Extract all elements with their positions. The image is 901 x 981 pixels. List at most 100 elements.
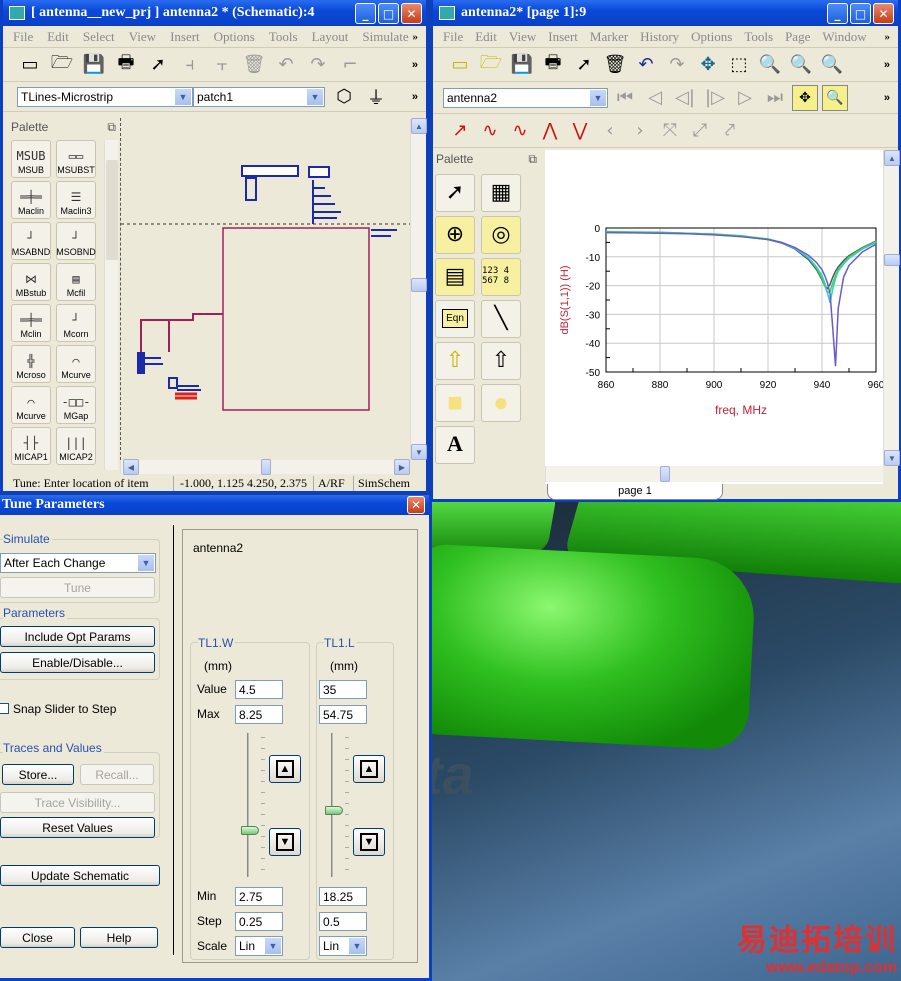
scroll-up-icon[interactable]: ▲ — [411, 118, 427, 134]
close-button[interactable]: Close — [0, 927, 75, 948]
menu-edit[interactable]: Edit — [47, 29, 69, 45]
marker-max-icon[interactable]: ∿ — [477, 118, 503, 144]
scroll-left-icon[interactable]: ◀ — [123, 459, 139, 475]
palette-scroll-thumb[interactable] — [106, 160, 118, 260]
menu-overflow-icon[interactable]: » — [413, 31, 419, 43]
toolbar-overflow-icon[interactable]: » — [412, 59, 418, 71]
increment-button[interactable]: ▲ — [353, 755, 385, 783]
min-input[interactable]: 2.75 — [235, 887, 283, 906]
save-icon[interactable]: 💾 — [81, 52, 107, 78]
recall-button[interactable]: Recall... — [80, 764, 154, 785]
tune-button[interactable]: Tune — [0, 577, 155, 598]
palette-item-mcorn[interactable]: ┘ Mcorn — [56, 304, 96, 342]
value-input[interactable]: 35 — [319, 680, 367, 699]
step-input[interactable]: 0.25 — [235, 912, 283, 931]
previous-icon[interactable]: ◁ — [642, 85, 668, 111]
value-input[interactable]: 4.5 — [235, 680, 283, 699]
horizontal-scroll-thumb[interactable] — [660, 466, 670, 482]
close-button[interactable]: ✕ — [873, 3, 894, 24]
menu-overflow-icon[interactable]: » — [885, 31, 891, 43]
insert-component-icon[interactable]: ⫞ — [177, 52, 203, 78]
zoom-grid-icon[interactable]: 🔍 — [822, 84, 848, 111]
palette-item-msobnd[interactable]: ┘ MSOBND — [56, 222, 96, 260]
palette-item-maclin[interactable]: ═╪═ Maclin — [11, 181, 51, 219]
rectangular-plot-icon[interactable]: ▦ — [481, 174, 521, 212]
scale-select[interactable]: Lin ▼ — [235, 936, 283, 956]
save-icon[interactable]: 💾 — [509, 52, 535, 78]
zoom-out-icon[interactable]: 🔍 — [788, 52, 814, 78]
delete-icon[interactable]: 🗑 — [602, 52, 628, 78]
delete-icon[interactable]: 🗑 — [241, 52, 267, 78]
component-select[interactable]: patch1 ▼ — [193, 86, 325, 107]
palette-item-micap2[interactable]: ||| MICAP2 — [56, 427, 96, 465]
palette-item-mcurve[interactable]: ⌒ Mcurve — [56, 345, 96, 383]
scroll-down-icon[interactable]: ▼ — [884, 450, 900, 466]
menu-select[interactable]: Select — [83, 29, 115, 45]
marker-min-icon[interactable]: ∿ — [507, 118, 533, 144]
toolbar-overflow-icon[interactable]: » — [884, 59, 890, 71]
close-icon[interactable]: ✕ — [407, 496, 425, 514]
line-tool-icon[interactable]: ╲ — [481, 300, 521, 338]
canvas-horizontal-scrollbar[interactable]: ◀ ▶ — [120, 459, 410, 475]
menu-history[interactable]: History — [640, 29, 679, 45]
palette-item-msub[interactable]: MSUB MSUB — [11, 140, 51, 178]
splitter[interactable] — [173, 525, 174, 955]
vertical-scroll-thumb[interactable] — [411, 278, 427, 292]
menu-options[interactable]: Options — [691, 29, 732, 45]
decrement-button[interactable]: ▼ — [269, 828, 301, 856]
snap-slider-checkbox[interactable] — [0, 703, 9, 714]
maximize-button[interactable]: □ — [850, 3, 871, 24]
list-table-icon[interactable]: ▤ — [435, 258, 475, 296]
dataset-select[interactable]: antenna2 ▼ — [443, 87, 608, 108]
palette-item-mcroso[interactable]: ╬ Mcroso — [11, 345, 51, 383]
port-icon[interactable]: ⬡ — [331, 84, 357, 110]
scroll-down-icon[interactable]: ▼ — [411, 444, 427, 460]
data-display-title-bar[interactable]: antenna2* [page 1]:9 _ □ ✕ — [433, 0, 898, 26]
increment-button[interactable]: ▲ — [269, 755, 301, 783]
trace-visibility-button[interactable]: Trace Visibility... — [0, 792, 155, 813]
undo-icon[interactable]: ↶ — [633, 52, 659, 78]
min-input[interactable]: 18.25 — [319, 887, 367, 906]
step-forward-icon[interactable]: |▷ — [702, 85, 728, 111]
zoom-in-icon[interactable]: 🔍 — [757, 52, 783, 78]
redo-icon[interactable]: ↷ — [305, 52, 331, 78]
horizontal-scroll-thumb[interactable] — [261, 459, 271, 475]
minimize-button[interactable]: _ — [355, 3, 376, 24]
last-icon[interactable]: ⏭ — [762, 85, 788, 111]
wire-route-icon[interactable]: ⌐ — [337, 52, 363, 78]
undo-icon[interactable]: ↶ — [273, 52, 299, 78]
max-input[interactable]: 54.75 — [319, 705, 367, 724]
plot-vertical-scrollbar[interactable]: ▲ ▼ — [883, 150, 900, 466]
decrement-button[interactable]: ▼ — [353, 828, 385, 856]
help-button[interactable]: Help — [80, 927, 158, 948]
menu-insert[interactable]: Insert — [548, 29, 578, 45]
palette-item-micap1[interactable]: ┤├ MICAP1 — [11, 427, 51, 465]
marker-line-icon[interactable]: ⤢ — [687, 118, 713, 144]
smith-chart-icon[interactable]: ◎ — [481, 216, 521, 254]
menu-tools[interactable]: Tools — [269, 29, 298, 45]
print-icon[interactable]: 🖶 — [113, 52, 139, 78]
palette-item-msubst[interactable]: ▭▭ MSUBST — [56, 140, 96, 178]
toolbar-overflow-icon[interactable]: » — [412, 91, 418, 103]
store-button[interactable]: Store... — [2, 764, 74, 785]
palette-item-mcfil[interactable]: ▤ Mcfil — [56, 263, 96, 301]
menu-view[interactable]: View — [129, 29, 156, 45]
param-slider-track[interactable] — [247, 733, 249, 877]
close-button[interactable]: ✕ — [401, 3, 422, 24]
include-opt-params-button[interactable]: Include Opt Params — [0, 626, 155, 647]
tune-title-bar[interactable]: Tune Parameters ✕ — [0, 495, 429, 515]
redo-icon[interactable]: ↷ — [664, 52, 690, 78]
menu-insert[interactable]: Insert — [170, 29, 200, 45]
marker-peak-icon[interactable]: ⋀ — [537, 118, 563, 144]
undock-icon[interactable]: ⧉ — [528, 152, 537, 167]
scroll-up-icon[interactable]: ▲ — [884, 150, 900, 166]
palette-item-mclin[interactable]: ═╪═ Mclin — [11, 304, 51, 342]
toolbar-overflow-icon[interactable]: » — [884, 92, 890, 104]
schematic-title-bar[interactable]: [ antenna__new_prj ] antenna2 * (Schemat… — [3, 0, 426, 26]
menu-window[interactable]: Window — [822, 29, 866, 45]
new-icon[interactable]: ▭ — [17, 52, 43, 78]
new-icon[interactable]: ▭ — [447, 52, 473, 78]
zoom-fit-icon[interactable]: 🔍 — [819, 52, 845, 78]
menu-marker[interactable]: Marker — [590, 29, 628, 45]
marker-left-icon[interactable]: ‹ — [597, 118, 623, 144]
